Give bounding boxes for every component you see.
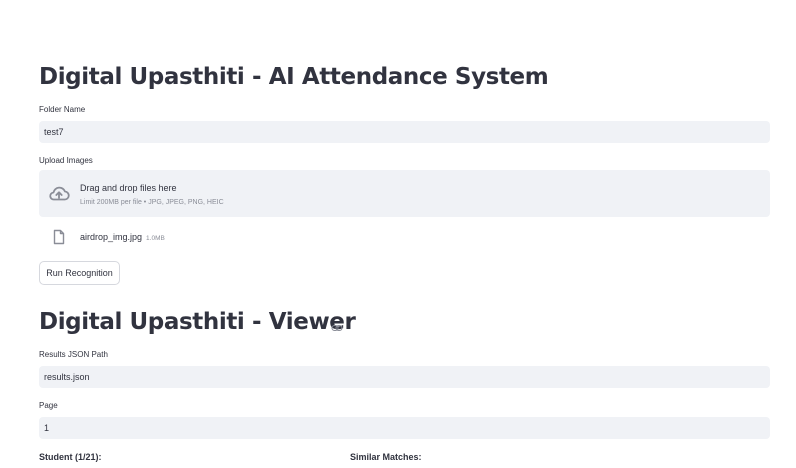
results-json-input[interactable]: results.json xyxy=(39,366,770,388)
file-dropzone[interactable]: Drag and drop files here Limit 200MB per… xyxy=(39,170,770,217)
cloud-upload-icon xyxy=(48,184,70,202)
folder-name-input[interactable]: test7 xyxy=(39,121,770,143)
dropzone-limit: Limit 200MB per file • JPG, JPEG, PNG, H… xyxy=(80,199,224,206)
similar-matches-header: Similar Matches: xyxy=(350,452,422,462)
upload-images-label: Upload Images xyxy=(39,156,93,165)
file-icon xyxy=(52,229,66,245)
run-recognition-button[interactable]: Run Recognition xyxy=(39,261,120,285)
student-header: Student (1/21): xyxy=(39,452,102,462)
page-input[interactable]: 1 xyxy=(39,417,770,439)
dropzone-title: Drag and drop files here xyxy=(80,183,177,193)
uploaded-file-size: 1.0MB xyxy=(146,235,165,242)
page-label: Page xyxy=(39,401,58,410)
folder-name-label: Folder Name xyxy=(39,105,86,114)
main-content: Digital Upasthiti - AI Attendance System… xyxy=(39,0,770,468)
app-title: Digital Upasthiti - AI Attendance System xyxy=(39,64,549,90)
page-value: 1 xyxy=(44,423,50,433)
results-json-label: Results JSON Path xyxy=(39,350,108,359)
folder-name-value: test7 xyxy=(44,127,64,137)
uploaded-file: airdrop_img.jpg 1.0MB xyxy=(80,232,165,242)
viewer-title: Digital Upasthiti - Viewer xyxy=(39,309,356,335)
link-icon[interactable] xyxy=(331,319,343,332)
uploaded-file-name: airdrop_img.jpg xyxy=(80,232,143,242)
results-json-value: results.json xyxy=(44,372,90,382)
